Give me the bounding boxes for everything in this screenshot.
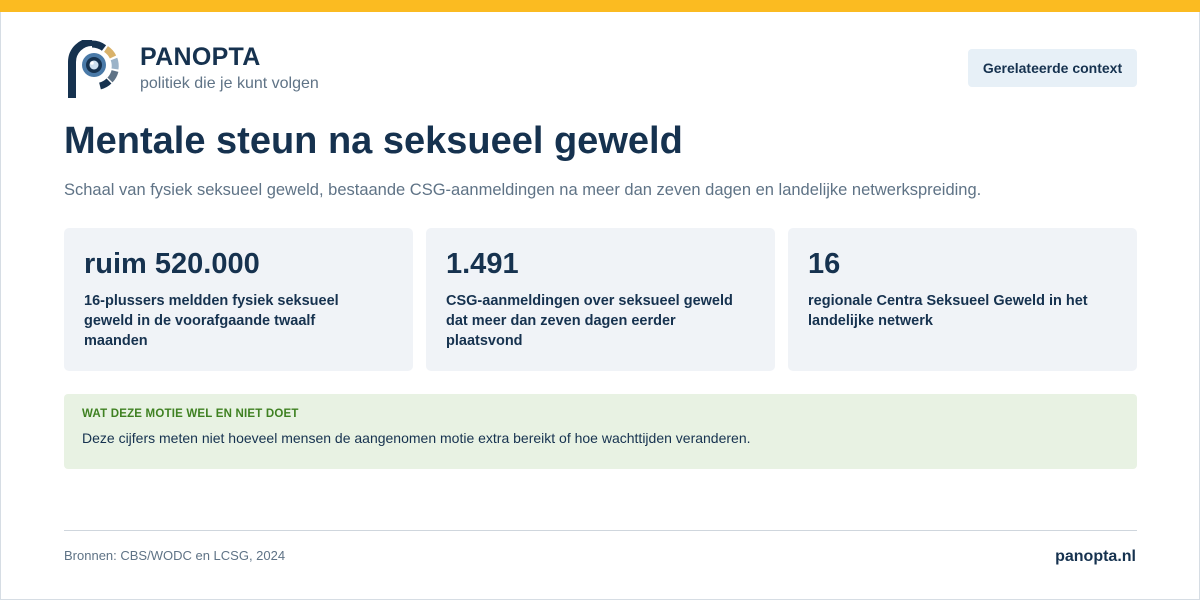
page-title: Mentale steun na seksueel geweld xyxy=(64,120,683,162)
motion-notice: WAT DEZE MOTIE WEL EN NIET DOET Deze cij… xyxy=(64,394,1137,469)
stat-card: 1.491 CSG-aanmeldingen over seksueel gew… xyxy=(426,228,775,371)
stat-card: ruim 520.000 16-plussers meldden fysiek … xyxy=(64,228,413,371)
site-link[interactable]: panopta.nl xyxy=(1055,548,1136,566)
stat-cards: ruim 520.000 16-plussers meldden fysiek … xyxy=(64,228,1137,371)
brand-tagline: politiek die je kunt volgen xyxy=(140,75,319,92)
stat-description: CSG-aanmeldingen over seksueel geweld da… xyxy=(446,293,733,349)
related-context-button[interactable]: Gerelateerde context xyxy=(968,49,1137,87)
stat-value: 16 xyxy=(808,248,841,280)
accent-top-bar xyxy=(0,0,1200,12)
notice-text: Deze cijfers meten niet hoeveel mensen d… xyxy=(82,430,751,446)
sources-note: Bronnen: CBS/WODC en LCSG, 2024 xyxy=(64,548,286,563)
stat-value: ruim 520.000 xyxy=(84,248,260,280)
stat-description: 16-plussers meldden fysiek seksueel gewe… xyxy=(84,293,339,349)
page-subtitle: Schaal van fysiek seksueel geweld, besta… xyxy=(64,181,982,199)
panopta-eye-logo-icon xyxy=(68,38,122,100)
notice-heading: WAT DEZE MOTIE WEL EN NIET DOET xyxy=(82,408,299,420)
stat-card: 16 regionale Centra Seksueel Geweld in h… xyxy=(788,228,1137,371)
brand-name: PANOPTA xyxy=(140,43,261,71)
stat-description: regionale Centra Seksueel Geweld in het … xyxy=(808,293,1088,329)
stat-value: 1.491 xyxy=(446,248,519,280)
footer-divider xyxy=(64,530,1137,531)
